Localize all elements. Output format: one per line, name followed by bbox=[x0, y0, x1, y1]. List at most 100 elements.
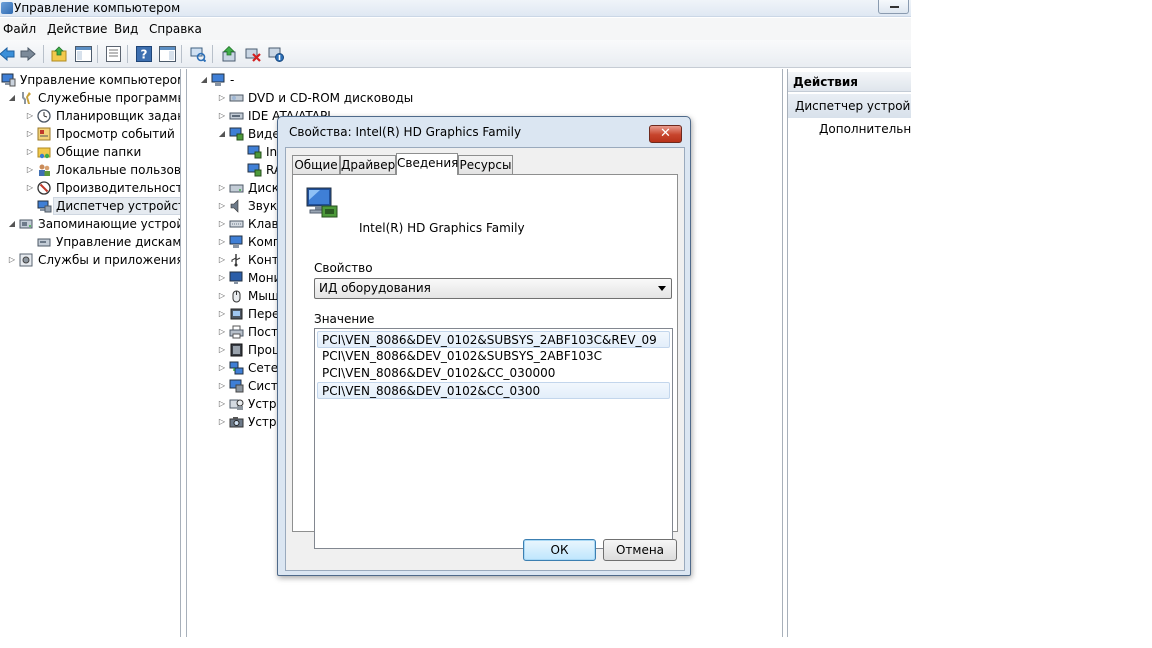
dvd-drive-icon bbox=[229, 91, 244, 105]
help-icon[interactable]: ? bbox=[134, 44, 154, 64]
ok-button[interactable]: ОК bbox=[523, 539, 596, 561]
disable-device-icon[interactable] bbox=[266, 44, 286, 64]
tree-item-label: Мыш bbox=[248, 289, 279, 303]
toolbar-separator bbox=[127, 45, 128, 63]
disk-management-icon bbox=[37, 235, 52, 249]
collapsed-arrow-icon[interactable]: ▷ bbox=[7, 251, 17, 269]
processor-icon bbox=[229, 343, 244, 357]
collapsed-arrow-icon[interactable]: ▷ bbox=[217, 269, 227, 287]
menu-bar: Файл Действие Вид Справка bbox=[0, 18, 911, 40]
collapsed-arrow-icon[interactable]: ▷ bbox=[217, 377, 227, 395]
update-driver-icon[interactable] bbox=[219, 44, 239, 64]
collapsed-arrow-icon[interactable]: ▷ bbox=[217, 179, 227, 197]
shared-folder-icon bbox=[37, 145, 52, 159]
printer-icon bbox=[229, 325, 244, 339]
expanded-arrow-icon[interactable]: ◢ bbox=[199, 71, 209, 89]
collapsed-arrow-icon[interactable]: ▷ bbox=[217, 107, 227, 125]
menu-view[interactable]: Вид bbox=[114, 21, 138, 37]
tree-item-label: Управление дисками bbox=[56, 235, 181, 249]
display-adapter-icon bbox=[229, 127, 244, 141]
tree-item-label: Производительность bbox=[56, 181, 181, 195]
details-tab-panel: Intel(R) HD Graphics Family Свойство ИД … bbox=[292, 174, 678, 549]
chevron-down-icon bbox=[658, 286, 666, 291]
toolbar-separator bbox=[97, 45, 98, 63]
property-label: Свойство bbox=[314, 261, 373, 275]
collapsed-arrow-icon[interactable]: ▷ bbox=[217, 233, 227, 251]
title-bar[interactable]: Управление компьютером bbox=[0, 0, 911, 17]
actions-section-device-manager[interactable]: Диспетчер устройств bbox=[788, 94, 911, 118]
scan-hardware-icon[interactable] bbox=[188, 44, 208, 64]
tab-driver[interactable]: Драйвер bbox=[340, 155, 396, 174]
collapsed-arrow-icon[interactable]: ▷ bbox=[217, 341, 227, 359]
hardware-id-item[interactable]: PCI\VEN_8086&DEV_0102&SUBSYS_2ABF103C bbox=[317, 348, 670, 365]
collapsed-arrow-icon[interactable]: ▷ bbox=[217, 323, 227, 341]
property-dropdown-value: ИД оборудования bbox=[319, 281, 431, 295]
console-tree-pane[interactable]: Управление компьютером (л◢Служебные прог… bbox=[0, 69, 181, 637]
tree-item-label: Запоминающие устройст bbox=[38, 217, 180, 231]
show-action-pane-icon[interactable] bbox=[157, 44, 177, 64]
show-tree-icon[interactable] bbox=[73, 44, 93, 64]
network-adapter-icon bbox=[229, 361, 244, 375]
ide-controller-icon bbox=[229, 109, 244, 123]
collapsed-arrow-icon[interactable]: ▷ bbox=[25, 107, 35, 125]
collapsed-arrow-icon[interactable]: ▷ bbox=[217, 395, 227, 413]
expanded-arrow-icon[interactable]: ◢ bbox=[217, 125, 227, 143]
collapsed-arrow-icon[interactable]: ▷ bbox=[25, 179, 35, 197]
disk-drive-icon bbox=[229, 181, 244, 195]
tab-general[interactable]: Общие bbox=[292, 155, 340, 174]
menu-file[interactable]: Файл bbox=[3, 21, 36, 37]
tree-item-label: Виде bbox=[248, 127, 280, 141]
imaging-device-icon bbox=[229, 415, 244, 429]
tools-icon bbox=[19, 91, 34, 105]
performance-icon bbox=[37, 181, 52, 195]
collapsed-arrow-icon[interactable]: ▷ bbox=[217, 305, 227, 323]
device-properties-dialog: Свойства: Intel(R) HD Graphics Family ✕ … bbox=[277, 116, 691, 576]
collapsed-arrow-icon[interactable]: ▷ bbox=[217, 251, 227, 269]
cancel-button[interactable]: Отмена bbox=[603, 539, 677, 561]
tree-item-label: Служебные программы bbox=[38, 91, 181, 105]
collapsed-arrow-icon[interactable]: ▷ bbox=[217, 287, 227, 305]
collapsed-arrow-icon[interactable]: ▷ bbox=[217, 215, 227, 233]
menu-help[interactable]: Справка bbox=[149, 21, 202, 37]
dialog-close-button[interactable]: ✕ bbox=[649, 125, 682, 143]
portable-device-icon bbox=[229, 307, 244, 321]
tree-item-label: Локальные пользовате bbox=[56, 163, 181, 177]
collapsed-arrow-icon[interactable]: ▷ bbox=[217, 359, 227, 377]
collapsed-arrow-icon[interactable]: ▷ bbox=[25, 125, 35, 143]
collapsed-arrow-icon[interactable]: ▷ bbox=[25, 161, 35, 179]
usb-controller-icon bbox=[229, 253, 244, 267]
users-icon bbox=[37, 163, 52, 177]
hardware-id-item[interactable]: PCI\VEN_8086&DEV_0102&CC_030000 bbox=[317, 365, 670, 382]
expanded-arrow-icon[interactable]: ◢ bbox=[7, 215, 17, 233]
hardware-id-item[interactable]: PCI\VEN_8086&DEV_0102&SUBSYS_2ABF103C&RE… bbox=[317, 331, 670, 348]
value-label: Значение bbox=[314, 312, 375, 326]
tab-details[interactable]: Сведения bbox=[396, 153, 458, 175]
expanded-arrow-icon[interactable]: ◢ bbox=[7, 89, 17, 107]
uninstall-device-icon[interactable] bbox=[243, 44, 263, 64]
collapsed-arrow-icon[interactable]: ▷ bbox=[217, 413, 227, 431]
tree-item-label: Просмотр событий bbox=[56, 127, 175, 141]
tab-resources[interactable]: Ресурсы bbox=[458, 155, 513, 174]
display-adapter-icon bbox=[247, 163, 262, 177]
collapsed-arrow-icon[interactable]: ▷ bbox=[217, 197, 227, 215]
back-arrow-icon[interactable] bbox=[0, 44, 17, 64]
properties-icon[interactable] bbox=[103, 44, 123, 64]
dialog-body: Общие Драйвер Сведения Ресурсы Intel(R) … bbox=[285, 147, 685, 571]
menu-action[interactable]: Действие bbox=[47, 21, 107, 37]
forward-arrow-icon[interactable] bbox=[18, 44, 38, 64]
toolbar-separator bbox=[43, 45, 44, 63]
storage-icon bbox=[19, 217, 34, 231]
tree-item-label: In bbox=[266, 145, 278, 159]
minimize-icon bbox=[890, 6, 899, 8]
hardware-id-item[interactable]: PCI\VEN_8086&DEV_0102&CC_0300 bbox=[317, 382, 670, 399]
property-dropdown[interactable]: ИД оборудования bbox=[314, 278, 672, 299]
up-folder-icon[interactable] bbox=[49, 44, 69, 64]
tree-item-label: Пере bbox=[248, 307, 280, 321]
display-adapter-icon bbox=[306, 186, 338, 223]
collapsed-arrow-icon[interactable]: ▷ bbox=[25, 143, 35, 161]
tree-item-label: Планировщик заданий bbox=[56, 109, 180, 123]
more-actions-link[interactable]: Дополнительные bbox=[819, 122, 911, 136]
collapsed-arrow-icon[interactable]: ▷ bbox=[217, 89, 227, 107]
window-control-button[interactable] bbox=[878, 0, 909, 14]
value-list[interactable]: PCI\VEN_8086&DEV_0102&SUBSYS_2ABF103C&RE… bbox=[314, 328, 673, 549]
